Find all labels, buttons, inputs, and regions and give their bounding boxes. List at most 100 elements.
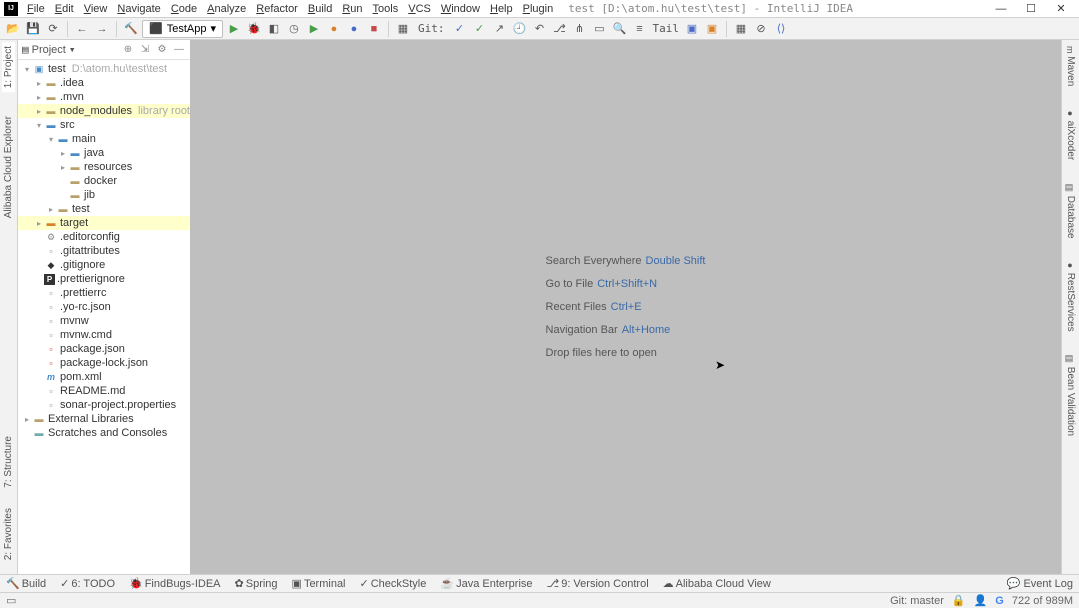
git-merge-icon[interactable]: ⋔	[570, 20, 588, 38]
menu-code[interactable]: Code	[168, 2, 200, 16]
tree-item-pom-xml[interactable]: mpom.xml	[18, 370, 190, 384]
tab-favorites[interactable]: 2: Favorites	[2, 504, 15, 564]
menu-window[interactable]: Window	[438, 2, 483, 16]
tree-item-jib[interactable]: ▬jib	[18, 188, 190, 202]
menu-view[interactable]: View	[81, 2, 111, 16]
tree-item-Scratches-and-Consoles[interactable]: ▬Scratches and Consoles	[18, 426, 190, 440]
settings-icon[interactable]: ⚙	[155, 43, 169, 57]
menu-plugin[interactable]: Plugin	[520, 2, 557, 16]
tree-item-main[interactable]: ▾▬main	[18, 132, 190, 146]
tree-item--gitattributes[interactable]: ▫.gitattributes	[18, 244, 190, 258]
hotswap-icon[interactable]: ●	[325, 20, 343, 38]
save-icon[interactable]: 💾	[24, 20, 42, 38]
right-tab-aixcoder[interactable]: ● aiXcoder	[1064, 104, 1077, 164]
tree-item-java[interactable]: ▸▬java	[18, 146, 190, 160]
maximize-button[interactable]: ☐	[1017, 1, 1045, 17]
menu-vcs[interactable]: VCS	[405, 2, 434, 16]
tree-item-node_modules[interactable]: ▸▬node_moduleslibrary root	[18, 104, 190, 118]
tree-item--idea[interactable]: ▸▬.idea	[18, 76, 190, 90]
attach-icon[interactable]: ●	[345, 20, 363, 38]
status-git-branch[interactable]: Git: master	[890, 595, 944, 607]
plugin1-icon[interactable]: ▦	[732, 20, 750, 38]
bottom-tab-event-log[interactable]: 💬 Event Log	[1007, 577, 1073, 590]
tree-item-mvnw-cmd[interactable]: ▫mvnw.cmd	[18, 328, 190, 342]
status-memory[interactable]: 722 of 989M	[1012, 595, 1073, 607]
project-panel-title[interactable]: ▤ Project ▾	[22, 43, 76, 56]
vcs-update-icon[interactable]: ✓	[450, 20, 468, 38]
right-tab-restservices[interactable]: ● RestServices	[1064, 256, 1077, 336]
tree-item-package-json[interactable]: ▫package.json	[18, 342, 190, 356]
tree-item-External-Libraries[interactable]: ▸▬External Libraries	[18, 412, 190, 426]
scroll-from-source-icon[interactable]: ⊕	[121, 43, 135, 57]
menu-analyze[interactable]: Analyze	[204, 2, 249, 16]
tail2-icon[interactable]: ▣	[703, 20, 721, 38]
tree-item-test[interactable]: ▸▬test	[18, 202, 190, 216]
plugin3-icon[interactable]: ⟨⟩	[772, 20, 790, 38]
tree-item-target[interactable]: ▸▬target	[18, 216, 190, 230]
tree-item--editorconfig[interactable]: ⚙.editorconfig	[18, 230, 190, 244]
tree-item-sonar-project-properties[interactable]: ▫sonar-project.properties	[18, 398, 190, 412]
forward-icon[interactable]: →	[93, 20, 111, 38]
status-google-icon[interactable]: G	[995, 595, 1004, 607]
menu-build[interactable]: Build	[305, 2, 335, 16]
run-icon[interactable]: ▶	[225, 20, 243, 38]
back-icon[interactable]: ←	[73, 20, 91, 38]
menu-tools[interactable]: Tools	[370, 2, 402, 16]
menu-edit[interactable]: Edit	[52, 2, 77, 16]
tree-item-test[interactable]: ▾▣testD:\atom.hu\test\test	[18, 62, 190, 76]
bottom-tab-java-enterprise[interactable]: ☕Java Enterprise	[440, 577, 532, 590]
tree-item--gitignore[interactable]: ◆.gitignore	[18, 258, 190, 272]
debug-icon[interactable]: 🐞	[245, 20, 263, 38]
plugin2-icon[interactable]: ⊘	[752, 20, 770, 38]
tab-project[interactable]: 1: Project	[2, 42, 15, 92]
bottom-tab-6-todo[interactable]: ✓6: TODO	[60, 577, 115, 590]
tree-item--prettierignore[interactable]: P.prettierignore	[18, 272, 190, 286]
profile-icon[interactable]: ◷	[285, 20, 303, 38]
menu-help[interactable]: Help	[487, 2, 516, 16]
status-inspect-icon[interactable]: 👤	[974, 594, 988, 607]
bottom-tab-spring[interactable]: ✿Spring	[235, 577, 278, 590]
tree-item-package-lock-json[interactable]: ▫package-lock.json	[18, 356, 190, 370]
menu-navigate[interactable]: Navigate	[114, 2, 163, 16]
bottom-tab-checkstyle[interactable]: ✓CheckStyle	[360, 577, 427, 590]
vcs-history-icon[interactable]: 🕘	[510, 20, 528, 38]
minimize-button[interactable]: —	[987, 1, 1015, 17]
tree-item-src[interactable]: ▾▬src	[18, 118, 190, 132]
tree-item-resources[interactable]: ▸▬resources	[18, 160, 190, 174]
run-config-selector[interactable]: ⬛TestApp▾	[142, 20, 223, 38]
vcs-push-icon[interactable]: ↗	[490, 20, 508, 38]
run2-icon[interactable]: ▶	[305, 20, 323, 38]
branch-icon[interactable]: ⎇	[550, 20, 568, 38]
tree-item--prettierrc[interactable]: ▫.prettierrc	[18, 286, 190, 300]
tree-item-README-md[interactable]: ▫README.md	[18, 384, 190, 398]
vcs-rollback-icon[interactable]: ↶	[530, 20, 548, 38]
editor-empty-state[interactable]: Search EverywhereDouble ShiftGo to FileC…	[190, 40, 1061, 574]
tail1-icon[interactable]: ▣	[683, 20, 701, 38]
structure-icon[interactable]: ≡	[630, 20, 648, 38]
hide-icon[interactable]: —	[172, 43, 186, 57]
search-icon[interactable]: 🔍	[610, 20, 628, 38]
menu-refactor[interactable]: Refactor	[253, 2, 301, 16]
tab-structure[interactable]: 7: Structure	[2, 432, 15, 492]
tab-alibaba-explorer[interactable]: Alibaba Cloud Explorer	[2, 112, 15, 222]
tree-item-docker[interactable]: ▬docker	[18, 174, 190, 188]
tree-item-mvnw[interactable]: ▫mvnw	[18, 314, 190, 328]
right-tab-database[interactable]: ▤ Database	[1064, 179, 1077, 243]
build-icon[interactable]: 🔨	[122, 20, 140, 38]
bottom-tab-findbugs-idea[interactable]: 🐞FindBugs-IDEA	[129, 577, 221, 590]
open-file-icon[interactable]: 📂	[4, 20, 22, 38]
close-button[interactable]: ✕	[1047, 1, 1075, 17]
sync-icon[interactable]: ⟳	[44, 20, 62, 38]
collapse-all-icon[interactable]: ⇲	[138, 43, 152, 57]
bottom-tab-terminal[interactable]: ▣Terminal	[292, 577, 346, 590]
vcs-commit-icon[interactable]: ✓	[470, 20, 488, 38]
project-tree[interactable]: ▾▣testD:\atom.hu\test\test▸▬.idea▸▬.mvn▸…	[18, 60, 190, 574]
right-tab-bean-validation[interactable]: ▤ Bean Validation	[1064, 350, 1077, 440]
menu-run[interactable]: Run	[339, 2, 365, 16]
stop-icon[interactable]: ■	[365, 20, 383, 38]
coverage-icon[interactable]: ◧	[265, 20, 283, 38]
menu-file[interactable]: File	[24, 2, 48, 16]
bottom-tab-9-version-control[interactable]: ⎇9: Version Control	[547, 577, 649, 590]
tree-item--yo-rc-json[interactable]: ▫.yo-rc.json	[18, 300, 190, 314]
compare-icon[interactable]: ▭	[590, 20, 608, 38]
